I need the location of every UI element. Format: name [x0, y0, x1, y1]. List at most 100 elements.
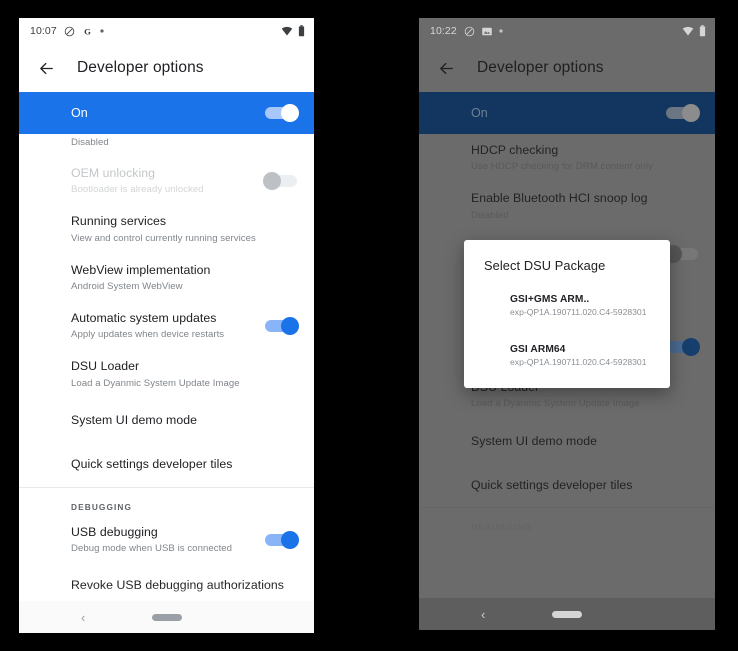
list-item-title: WebView implementation: [71, 262, 211, 277]
section-header-debugging: DEBUGGING: [71, 501, 133, 512]
wifi-icon: [281, 26, 293, 36]
select-dsu-package-dialog: Select DSU Package GSI+GMS ARM.. exp-QP1…: [464, 240, 670, 388]
nav-home-pill[interactable]: [552, 610, 582, 618]
list-item-text: Enable Bluetooth HCI snoop log Disabled: [471, 191, 698, 221]
list-item-dsu-loader[interactable]: DSU Loader Load a Dyanmic System Update …: [19, 350, 314, 398]
dot-icon: [499, 29, 503, 33]
list-item-subtitle: Apply updates when device restarts: [71, 329, 225, 341]
list-item-quick-settings-developer-tiles[interactable]: Quick settings developer tiles: [19, 443, 314, 487]
phone-left-screen: 10:07 G Developer options On Disabled OE…: [19, 18, 314, 633]
list-item-title: HDCP checking: [471, 143, 559, 157]
usb-debugging-switch[interactable]: [265, 530, 299, 549]
list-item-title: Enable Bluetooth HCI snoop log: [471, 191, 648, 206]
nav-bar-left: ‹: [19, 601, 314, 633]
status-clock: 10:22: [430, 25, 457, 37]
dialog-option-build: exp-QP1A.190711.020.C4-5928301: [510, 307, 647, 317]
list-item-subtitle: Bootloader is already unlocked: [71, 184, 204, 196]
list-item-text: WebView implementation Android System We…: [71, 263, 297, 293]
list-item-subtitle: Load a Dyanmic System Update Image: [71, 377, 240, 389]
list-item-text: OEM unlocking Bootloader is already unlo…: [71, 166, 265, 196]
page-title: Developer options: [477, 59, 604, 76]
dot-icon: [100, 29, 104, 33]
list-item-subtitle: View and control currently running servi…: [71, 232, 256, 244]
dialog-option-gsi-arm64[interactable]: GSI ARM64 exp-QP1A.190711.020.C4-5928301: [464, 337, 670, 375]
list-item-text: Quick settings developer tiles: [471, 478, 698, 493]
back-arrow-icon[interactable]: [33, 55, 59, 81]
nav-home-pill[interactable]: [151, 613, 182, 621]
phone-right: 10:22 Developer options On HDCP checking…: [419, 18, 715, 630]
oem-unlocking-switch[interactable]: [263, 172, 297, 191]
switch-thumb: [263, 172, 281, 191]
list-item-oem-unlocking[interactable]: OEM unlocking Bootloader is already unlo…: [19, 157, 314, 205]
list-item-hdcp-checking[interactable]: HDCP checking Use HDCP checking for DRM …: [419, 134, 715, 182]
list-item-running-services[interactable]: Running services View and control curren…: [19, 205, 314, 253]
list-item-title: DSU Loader: [71, 359, 140, 374]
list-item-text: Disabled: [71, 134, 297, 149]
list-item-clipped[interactable]: Disabled: [19, 134, 314, 157]
switch-thumb: [682, 337, 700, 356]
status-bar-right-icons: [682, 25, 706, 37]
switch-thumb: [281, 104, 299, 122]
list-item-text: HDCP checking Use HDCP checking for DRM …: [471, 143, 698, 173]
list-item-subtitle: Disabled: [471, 209, 509, 221]
list-item-usb-debugging[interactable]: USB debugging Debug mode when USB is con…: [19, 516, 314, 564]
list-item-title: System UI demo mode: [71, 413, 198, 428]
list-item-text: Revoke USB debugging authorizations: [71, 578, 297, 593]
list-item-title: OEM unlocking: [71, 165, 156, 180]
list-item-title: Quick settings developer tiles: [71, 457, 233, 472]
list-item-webview-implementation[interactable]: WebView implementation Android System We…: [19, 254, 314, 302]
battery-icon: [298, 25, 305, 37]
list-item-automatic-system-updates[interactable]: Automatic system updates Apply updates w…: [19, 302, 314, 350]
switch-thumb: [682, 104, 700, 122]
screenshot-stage: 10:07 G Developer options On Disabled OE…: [0, 0, 738, 651]
developer-options-master-row[interactable]: On: [419, 92, 715, 134]
list-item-text: Running services View and control curren…: [71, 214, 297, 244]
list-item-title: Quick settings developer tiles: [471, 477, 633, 492]
list-item-text: DSU Loader Load a Dyanmic System Update …: [71, 359, 297, 389]
master-toggle-switch[interactable]: [666, 104, 700, 122]
list-item-system-ui-demo-mode[interactable]: System UI demo mode: [419, 419, 715, 463]
back-arrow-icon[interactable]: [433, 55, 459, 81]
obscured-switch[interactable]: [664, 244, 698, 263]
status-bar-left-icons: 10:22: [430, 25, 503, 37]
master-toggle-switch[interactable]: [265, 104, 299, 122]
list-item-enable-bluetooth-hci-snoop-log[interactable]: Enable Bluetooth HCI snoop log Disabled: [419, 182, 715, 230]
list-item-title: System UI demo mode: [471, 433, 598, 448]
switch-thumb: [281, 530, 299, 549]
dialog-spacer: [464, 325, 670, 337]
list-item-text: USB debugging Debug mode when USB is con…: [71, 525, 265, 555]
app-bar-left: Developer options: [19, 44, 314, 92]
do-not-disturb-icon: [464, 26, 475, 37]
list-item-quick-settings-developer-tiles[interactable]: Quick settings developer tiles: [419, 463, 715, 507]
automatic-system-updates-switch[interactable]: [666, 337, 700, 356]
list-item-text: Automatic system updates Apply updates w…: [71, 311, 265, 341]
section-header-debugging: DEBUGGING: [471, 522, 533, 533]
dialog-option-build: exp-QP1A.190711.020.C4-5928301: [510, 357, 647, 368]
list-item-title: Running services: [71, 214, 167, 229]
list-item-title: Automatic system updates: [71, 311, 217, 326]
screenshot-icon: [482, 27, 492, 36]
dialog-option-gsi-gms-arm[interactable]: GSI+GMS ARM.. exp-QP1A.190711.020.C4-592…: [464, 287, 670, 325]
list-item-subtitle: Use HDCP checking for DRM content only: [471, 161, 653, 173]
svg-text:G: G: [84, 26, 91, 36]
dialog-option-name: GSI ARM64: [510, 344, 566, 356]
list-item-system-ui-demo-mode[interactable]: System UI demo mode: [19, 399, 314, 443]
developer-options-master-row[interactable]: On: [19, 92, 314, 134]
google-icon: G: [82, 26, 93, 37]
wifi-icon: [682, 26, 694, 36]
do-not-disturb-icon: [64, 26, 75, 37]
list-item-text: System UI demo mode: [471, 434, 698, 449]
automatic-system-updates-switch[interactable]: [265, 317, 299, 336]
nav-back-chevron-icon[interactable]: ‹: [81, 610, 85, 625]
dialog-option-name: GSI+GMS ARM..: [510, 294, 590, 305]
status-bar-right: 10:22: [419, 18, 715, 44]
battery-icon: [699, 25, 706, 37]
list-item-title: USB debugging: [71, 524, 158, 539]
settings-list-left: Disabled OEM unlocking Bootloader is alr…: [19, 134, 314, 608]
list-item-subtitle: Load a Dyanmic System Update Image: [471, 398, 640, 410]
switch-thumb: [281, 317, 299, 336]
list-item-title: Revoke USB debugging authorizations: [71, 578, 284, 593]
nav-back-chevron-icon[interactable]: ‹: [481, 607, 485, 622]
list-item-subtitle: Disabled: [71, 137, 109, 148]
dialog-title: Select DSU Package: [484, 258, 606, 273]
